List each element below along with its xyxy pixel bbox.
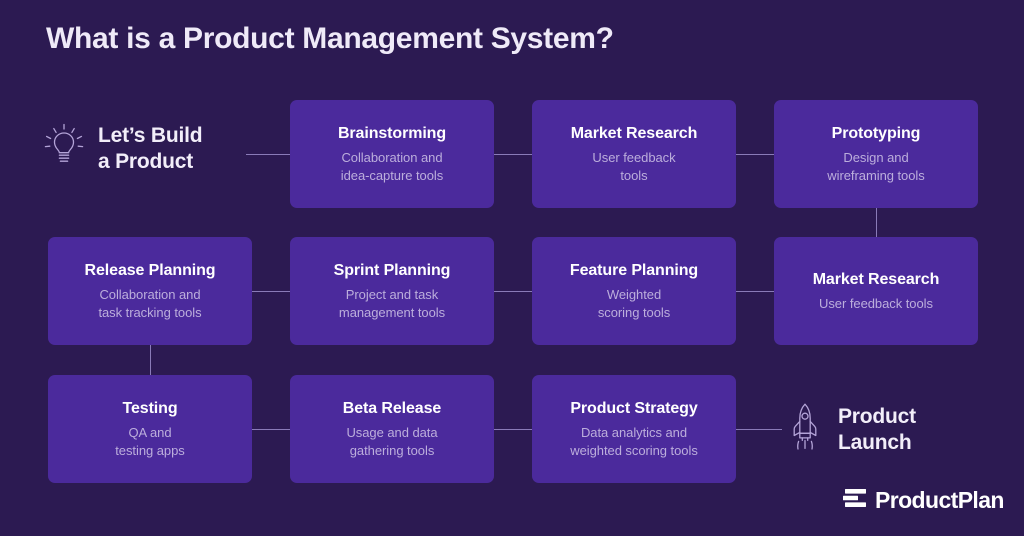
card-title: Beta Release bbox=[342, 399, 442, 417]
productplan-bars-logo-icon bbox=[843, 487, 868, 514]
end-endpoint-label: Product Launch bbox=[838, 404, 916, 454]
start-endpoint: Let’s Build a Product bbox=[44, 122, 203, 175]
connector-release-to-sprint-planning bbox=[252, 291, 290, 292]
card-testing-r3[interactable]: Testing QA and testing apps bbox=[48, 375, 252, 483]
card-title: Product Strategy bbox=[570, 399, 698, 417]
card-subtitle: Project and task management tools bbox=[338, 287, 446, 320]
card-subtitle: Data analytics and weighted scoring tool… bbox=[570, 425, 698, 458]
connector-product-strategy-to-launch bbox=[736, 429, 782, 430]
card-subtitle: Weighted scoring tools bbox=[597, 287, 671, 320]
card-title: Market Research bbox=[570, 124, 698, 142]
rocket-icon bbox=[786, 402, 824, 457]
connector-sprint-to-feature-planning bbox=[494, 291, 532, 292]
card-subtitle: Collaboration and task tracking tools bbox=[98, 287, 202, 320]
connector-feature-planning-to-market-research bbox=[736, 291, 774, 292]
card-product-strategy-r3[interactable]: Product Strategy Data analytics and weigh… bbox=[532, 375, 736, 483]
card-market-research-r2[interactable]: Market Research User feedback tools bbox=[774, 237, 978, 345]
card-title: Sprint Planning bbox=[333, 261, 451, 279]
card-subtitle: QA and testing apps bbox=[115, 425, 185, 458]
card-beta-release-r3[interactable]: Beta Release Usage and data gathering too… bbox=[290, 375, 494, 483]
connector-beta-release-to-product-strategy bbox=[494, 429, 532, 430]
card-title: Prototyping bbox=[831, 124, 921, 142]
card-title: Brainstorming bbox=[337, 124, 447, 142]
connector-brainstorming-to-market-research bbox=[494, 154, 532, 155]
card-subtitle: Usage and data gathering tools bbox=[346, 425, 438, 458]
card-title: Market Research bbox=[812, 270, 940, 288]
card-sprint-planning-r2[interactable]: Sprint Planning Project and task manageme… bbox=[290, 237, 494, 345]
end-endpoint: Product Launch bbox=[786, 402, 916, 457]
card-subtitle: User feedback tools bbox=[819, 295, 933, 311]
productplan-logo: ProductPlan bbox=[843, 487, 1004, 514]
productplan-wordmark: ProductPlan bbox=[875, 487, 1004, 513]
lightbulb-icon bbox=[44, 122, 84, 175]
card-subtitle: Collaboration and idea-capture tools bbox=[340, 150, 444, 183]
card-feature-planning-r2[interactable]: Feature Planning Weighted scoring tools bbox=[532, 237, 736, 345]
connector-prototyping-to-market-research bbox=[876, 208, 877, 237]
infographic-canvas: What is a Product Management System? Bra… bbox=[0, 0, 1024, 536]
page-title: What is a Product Management System? bbox=[46, 22, 614, 55]
card-subtitle: User feedback tools bbox=[592, 150, 676, 183]
connector-testing-to-beta-release bbox=[252, 429, 290, 430]
card-title: Testing bbox=[122, 399, 178, 417]
start-endpoint-label: Let’s Build a Product bbox=[98, 123, 203, 173]
card-brainstorming-r1[interactable]: Brainstorming Collaboration and idea-capt… bbox=[290, 100, 494, 208]
card-subtitle: Design and wireframing tools bbox=[827, 150, 925, 183]
connector-start-to-brainstorming bbox=[246, 154, 290, 155]
connector-market-research-to-prototyping bbox=[736, 154, 774, 155]
card-release-planning-r2[interactable]: Release Planning Collaboration and task t… bbox=[48, 237, 252, 345]
card-prototyping-r1[interactable]: Prototyping Design and wireframing tools bbox=[774, 100, 978, 208]
card-title: Release Planning bbox=[84, 261, 216, 279]
card-title: Feature Planning bbox=[569, 261, 699, 279]
connector-release-planning-to-testing bbox=[150, 345, 151, 375]
card-market-research-r1[interactable]: Market Research User feedback tools bbox=[532, 100, 736, 208]
